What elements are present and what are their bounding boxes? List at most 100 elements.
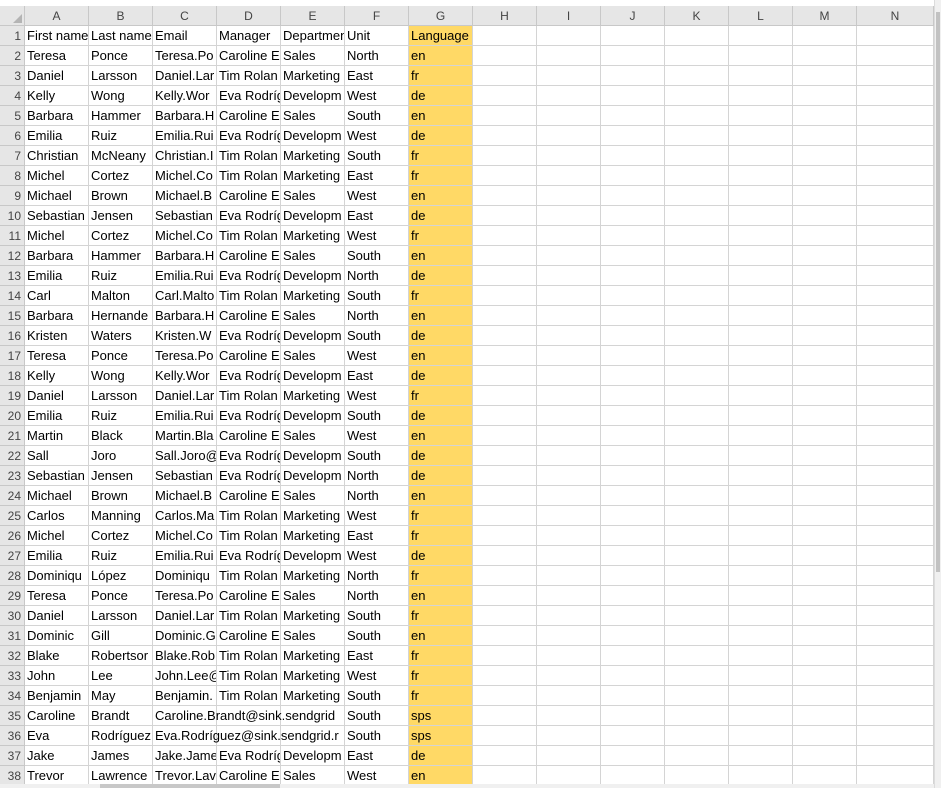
cell-k2[interactable] (665, 46, 729, 66)
cell-b6[interactable]: Ruiz (89, 126, 153, 146)
cell-f20[interactable]: South (345, 406, 409, 426)
cell-j36[interactable] (601, 726, 665, 746)
cell-i19[interactable] (537, 386, 601, 406)
cell-d2[interactable]: Caroline E (217, 46, 281, 66)
cell-l14[interactable] (729, 286, 793, 306)
cell-i33[interactable] (537, 666, 601, 686)
row-header[interactable]: 35 (0, 706, 25, 726)
cell-f22[interactable]: South (345, 446, 409, 466)
cell-a28[interactable]: Dominiqu (25, 566, 89, 586)
row-header[interactable]: 14 (0, 286, 25, 306)
cell-f27[interactable]: West (345, 546, 409, 566)
cell-g16[interactable]: de (409, 326, 473, 346)
cell-f10[interactable]: East (345, 206, 409, 226)
cell-i8[interactable] (537, 166, 601, 186)
row-header[interactable]: 3 (0, 66, 25, 86)
cell-e38[interactable]: Sales (281, 766, 345, 786)
cell-d31[interactable]: Caroline E (217, 626, 281, 646)
row-header[interactable]: 18 (0, 366, 25, 386)
cell-l23[interactable] (729, 466, 793, 486)
cell-i6[interactable] (537, 126, 601, 146)
cell-d9[interactable]: Caroline E (217, 186, 281, 206)
cell-f23[interactable]: North (345, 466, 409, 486)
cell-e3[interactable]: Marketing (281, 66, 345, 86)
cell-l6[interactable] (729, 126, 793, 146)
cell-a7[interactable]: Christian (25, 146, 89, 166)
cell-d38[interactable]: Caroline E (217, 766, 281, 786)
cell-c17[interactable]: Teresa.Po (153, 346, 217, 366)
cell-m9[interactable] (793, 186, 857, 206)
cell-m21[interactable] (793, 426, 857, 446)
cell-c19[interactable]: Daniel.Lar (153, 386, 217, 406)
cell-f15[interactable]: North (345, 306, 409, 326)
cell-k1[interactable] (665, 26, 729, 46)
cell-a36[interactable]: Eva (25, 726, 89, 746)
cell-a10[interactable]: Sebastian (25, 206, 89, 226)
cell-m35[interactable] (793, 706, 857, 726)
cell-f33[interactable]: West (345, 666, 409, 686)
cell-e22[interactable]: Developm (281, 446, 345, 466)
cell-h15[interactable] (473, 306, 537, 326)
cell-e13[interactable]: Developm (281, 266, 345, 286)
cell-i15[interactable] (537, 306, 601, 326)
cell-k9[interactable] (665, 186, 729, 206)
cell-m20[interactable] (793, 406, 857, 426)
cell-e18[interactable]: Developm (281, 366, 345, 386)
cell-h1[interactable] (473, 26, 537, 46)
cell-e23[interactable]: Developm (281, 466, 345, 486)
cell-l28[interactable] (729, 566, 793, 586)
row-header[interactable]: 17 (0, 346, 25, 366)
cell-m7[interactable] (793, 146, 857, 166)
cell-h12[interactable] (473, 246, 537, 266)
cell-i24[interactable] (537, 486, 601, 506)
row-header[interactable]: 37 (0, 746, 25, 766)
cell-h13[interactable] (473, 266, 537, 286)
cell-j20[interactable] (601, 406, 665, 426)
cell-j32[interactable] (601, 646, 665, 666)
cell-g15[interactable]: en (409, 306, 473, 326)
cell-g5[interactable]: en (409, 106, 473, 126)
cell-h23[interactable] (473, 466, 537, 486)
cell-n35[interactable] (857, 706, 934, 726)
cell-l8[interactable] (729, 166, 793, 186)
cell-c37[interactable]: Jake.Jame (153, 746, 217, 766)
cell-k21[interactable] (665, 426, 729, 446)
cell-i35[interactable] (537, 706, 601, 726)
cell-h17[interactable] (473, 346, 537, 366)
cell-e17[interactable]: Sales (281, 346, 345, 366)
cell-k29[interactable] (665, 586, 729, 606)
cell-j31[interactable] (601, 626, 665, 646)
row-header[interactable]: 2 (0, 46, 25, 66)
cell-j8[interactable] (601, 166, 665, 186)
cell-l18[interactable] (729, 366, 793, 386)
cell-j16[interactable] (601, 326, 665, 346)
cell-f8[interactable]: East (345, 166, 409, 186)
cell-g13[interactable]: de (409, 266, 473, 286)
cell-e19[interactable]: Marketing (281, 386, 345, 406)
cell-i3[interactable] (537, 66, 601, 86)
row-header[interactable]: 25 (0, 506, 25, 526)
cell-b18[interactable]: Wong (89, 366, 153, 386)
cell-a12[interactable]: Barbara (25, 246, 89, 266)
cell-d16[interactable]: Eva Rodríg (217, 326, 281, 346)
cell-n3[interactable] (857, 66, 934, 86)
cell-c27[interactable]: Emilia.Rui (153, 546, 217, 566)
cell-b3[interactable]: Larsson (89, 66, 153, 86)
cell-i16[interactable] (537, 326, 601, 346)
cell-h21[interactable] (473, 426, 537, 446)
cell-l20[interactable] (729, 406, 793, 426)
cell-e11[interactable]: Marketing (281, 226, 345, 246)
row-header[interactable]: 24 (0, 486, 25, 506)
cell-n12[interactable] (857, 246, 934, 266)
cell-h22[interactable] (473, 446, 537, 466)
cell-k25[interactable] (665, 506, 729, 526)
row-header[interactable]: 1 (0, 26, 25, 46)
cell-m31[interactable] (793, 626, 857, 646)
cell-c23[interactable]: Sebastian (153, 466, 217, 486)
cell-f9[interactable]: West (345, 186, 409, 206)
cell-g37[interactable]: de (409, 746, 473, 766)
cell-i32[interactable] (537, 646, 601, 666)
cell-c33[interactable]: John.Lee@ (153, 666, 217, 686)
cell-n4[interactable] (857, 86, 934, 106)
cell-e26[interactable]: Marketing (281, 526, 345, 546)
